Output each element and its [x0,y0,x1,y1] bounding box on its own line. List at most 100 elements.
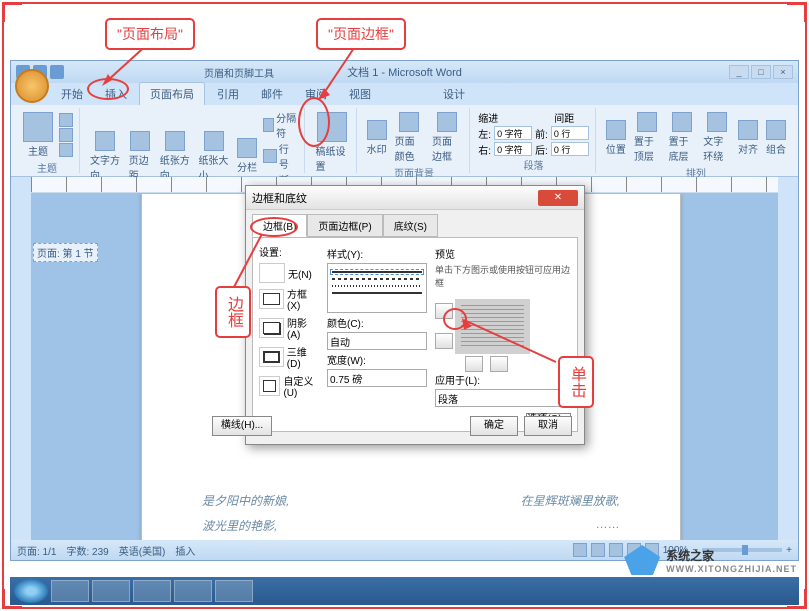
color-select[interactable]: 自动 [327,332,427,350]
hline-button[interactable]: 横线(H)... [212,416,272,436]
tab-view[interactable]: 视图 [339,83,381,105]
dialog-close-button[interactable]: ✕ [538,190,578,206]
tab-home[interactable]: 开始 [51,83,93,105]
size-button[interactable]: 纸张大小 [196,129,231,184]
close-button[interactable]: × [773,65,793,79]
watermark-button[interactable]: 水印 [365,118,389,158]
house-icon [624,545,660,575]
group-label: 主题 [21,160,73,175]
send-back-button[interactable]: 置于底层 [667,110,698,165]
preview-left-btn[interactable] [465,356,483,372]
theme-fonts-icon[interactable] [59,128,73,142]
group-arrange: 位置 置于顶层 置于底层 文字环绕 对齐 组合 排列 [598,108,794,173]
taskbar-item[interactable] [51,580,89,602]
spacing-after-input[interactable]: 0 行 [551,142,589,156]
taskbar-item[interactable] [92,580,130,602]
preview-area [435,293,555,368]
indent-right-input[interactable]: 0 字符 [494,142,532,156]
redo-icon[interactable] [50,65,64,79]
status-lang[interactable]: 英语(美国) [119,543,166,558]
view-print-icon[interactable] [573,543,587,557]
tab-mailings[interactable]: 邮件 [251,83,293,105]
bring-front-button[interactable]: 置于顶层 [632,110,663,165]
start-button[interactable] [14,579,48,603]
style-list[interactable] [327,263,427,313]
margins-button[interactable]: 页边距 [127,129,154,184]
preview-hint: 单击下方图示或使用按钮可应用边框 [435,263,571,289]
annotation-page-border: "页面边框" [316,18,406,50]
group-themes: 主题 主题 [15,108,80,173]
setting-box[interactable]: 方框(X) [259,286,319,312]
doc-line: 是夕阳中的新娘,在星辉斑斓里放歌, [202,492,620,509]
taskbar-item[interactable] [215,580,253,602]
status-page[interactable]: 页面: 1/1 [17,543,56,558]
maximize-button[interactable]: □ [751,65,771,79]
annotation-page-layout: "页面布局" [105,18,195,50]
preview-top-btn[interactable] [435,303,453,319]
indent-label: 缩进 [478,110,498,125]
borders-dialog: 边框和底纹 ✕ 边框(B) 页面边框(P) 底纹(S) 设置: 无(N) 方框(… [245,185,585,445]
position-button[interactable]: 位置 [604,118,628,158]
setting-shadow[interactable]: 阴影(A) [259,315,319,341]
width-select[interactable]: 0.75 磅 [327,369,427,387]
view-full-icon[interactable] [591,543,605,557]
breaks-button[interactable]: 分隔符 [263,110,298,140]
status-words[interactable]: 字数: 239 [66,543,108,558]
orientation-button[interactable]: 纸张方向 [158,129,193,184]
columns-button[interactable]: 分栏 [235,136,259,176]
dialog-title-bar[interactable]: 边框和底纹 ✕ [246,186,584,210]
tab-review[interactable]: 审阅 [295,83,337,105]
theme-effects-icon[interactable] [59,143,73,157]
taskbar-item[interactable] [174,580,212,602]
tab-insert[interactable]: 插入 [95,83,137,105]
tab-page-layout[interactable]: 页面布局 [139,82,205,105]
section-info: 页面: 第 1 节 [33,243,98,262]
cancel-button[interactable]: 取消 [524,416,572,436]
apply-select[interactable]: 段落 [435,389,571,407]
line-numbers-button[interactable]: 行号 [263,141,298,171]
text-wrap-button[interactable]: 文字环绕 [701,110,732,165]
dialog-title: 边框和底纹 [252,190,307,206]
view-web-icon[interactable] [609,543,623,557]
preview-bottom-btn[interactable] [435,333,453,349]
dialog-tab-shading[interactable]: 底纹(S) [383,214,438,237]
taskbar-item[interactable] [133,580,171,602]
group-button[interactable]: 组合 [764,118,788,158]
setting-label: 设置: [259,244,319,259]
tab-references[interactable]: 引用 [207,83,249,105]
theme-colors-icon[interactable] [59,113,73,127]
annotation-border-tab: 边框 [215,286,251,338]
status-mode[interactable]: 插入 [175,543,195,558]
dialog-tab-page-border[interactable]: 页面边框(P) [307,214,382,237]
preview-label: 预览 [435,246,571,261]
spacing-label: 间距 [554,110,574,125]
watermark-name: 系统之家 [666,547,797,564]
page-borders-button[interactable]: 页面边框 [430,110,463,165]
text-direction-button[interactable]: 文字方向 [88,129,123,184]
setting-none[interactable]: 无(N) [259,263,319,283]
minimize-button[interactable]: _ [729,65,749,79]
ribbon: 主题 主题 文字方向 页边距 纸张方向 纸张大小 分栏 分隔符 行号 断字 [11,105,798,177]
site-watermark: 系统之家 WWW.XITONGZHIJIA.NET [624,545,797,575]
window-title: 文档 1 - Microsoft Word [347,64,462,80]
preview-page [455,299,530,354]
page-color-button[interactable]: 页面颜色 [393,110,426,165]
spacing-before-input[interactable]: 0 行 [551,126,589,140]
themes-button[interactable]: 主题 [21,110,55,160]
office-button[interactable] [15,69,49,103]
setting-3d[interactable]: 三维(D) [259,344,319,370]
indent-left-input[interactable]: 0 字符 [494,126,532,140]
annotation-click: 单击 [558,356,594,408]
windows-taskbar[interactable] [10,577,799,605]
setting-custom[interactable]: 自定义(U) [259,373,319,399]
gaozhi-button[interactable]: 稿纸设置 [313,110,349,175]
ok-button[interactable]: 确定 [470,416,518,436]
tab-design[interactable]: 设计 [433,83,475,105]
watermark-url: WWW.XITONGZHIJIA.NET [666,564,797,574]
preview-right-btn[interactable] [490,356,508,372]
title-bar: 页眉和页脚工具 文档 1 - Microsoft Word _ □ × [11,61,798,83]
dialog-tab-border[interactable]: 边框(B) [252,214,307,237]
doc-line: 波光里的艳影,…… [202,517,620,534]
align-button[interactable]: 对齐 [736,118,760,158]
width-label: 宽度(W): [327,352,427,367]
